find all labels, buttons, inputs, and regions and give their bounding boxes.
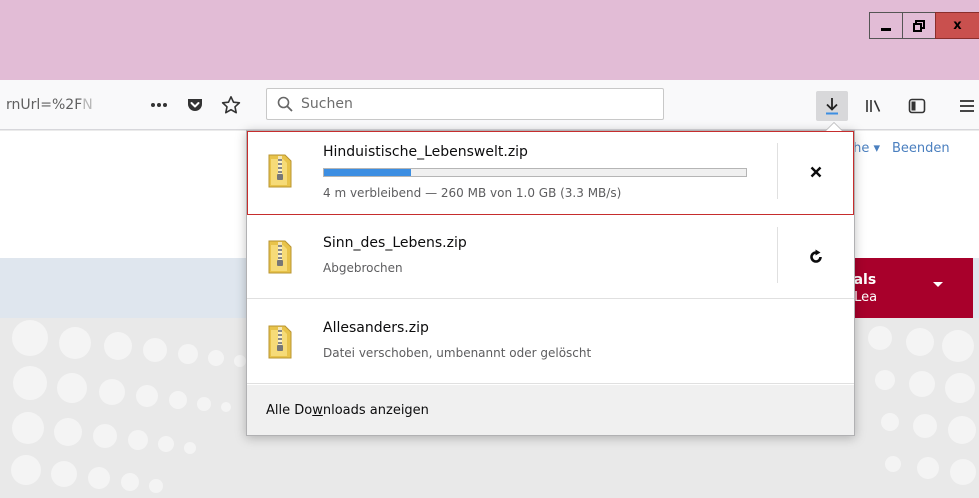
retry-download-button[interactable] — [803, 244, 829, 270]
ellipsis-icon — [151, 103, 167, 107]
pocket-icon — [188, 99, 202, 111]
restore-button[interactable] — [902, 12, 935, 39]
restore-icon — [913, 19, 925, 32]
search-input[interactable] — [301, 96, 641, 112]
sidebar-icon — [908, 98, 926, 114]
show-all-downloads-button[interactable]: Alle Do w nloads anzeigen — [247, 385, 854, 435]
bookmark-button[interactable] — [218, 92, 244, 118]
account-user: a Lea — [842, 290, 878, 305]
logout-link[interactable]: Beenden — [892, 141, 950, 156]
hamburger-icon — [960, 100, 974, 112]
download-progress-bar — [323, 168, 747, 177]
url-text: rnUrl=%2F — [6, 97, 83, 113]
account-label: t als — [842, 272, 877, 288]
download-item-1[interactable]: Hinduistische_Lebenswelt.zip 4 m verblei… — [247, 131, 854, 215]
close-window-button[interactable]: x — [935, 12, 979, 39]
minimize-icon — [881, 27, 891, 31]
star-icon — [221, 96, 241, 114]
download-arrow-icon — [826, 98, 838, 115]
page-actions-button[interactable] — [146, 92, 172, 118]
footer-label-pre: Alle Do — [266, 402, 313, 418]
downloads-panel: Hinduistische_Lebenswelt.zip 4 m verblei… — [246, 122, 855, 436]
url-text-fade: N — [82, 97, 93, 113]
library-button[interactable] — [858, 91, 888, 121]
search-box[interactable] — [266, 88, 664, 120]
close-icon: x — [953, 18, 962, 33]
retry-icon — [810, 249, 822, 263]
search-icon — [277, 96, 293, 112]
download-status: Datei verschoben, umbenannt oder gelösch… — [323, 346, 592, 360]
chevron-down-icon — [933, 282, 943, 287]
cancel-download-button[interactable] — [803, 159, 829, 185]
download-status: Abgebrochen — [323, 261, 403, 275]
footer-label-post: nloads anzeigen — [322, 402, 429, 418]
title-bar: x — [0, 0, 979, 80]
item-divider — [777, 227, 778, 283]
download-filename: Sinn_des_Lebens.zip — [323, 235, 467, 251]
downloads-button[interactable] — [816, 91, 848, 121]
cancel-icon — [810, 166, 822, 178]
item-divider — [777, 143, 778, 199]
sidebar-button[interactable] — [902, 91, 932, 121]
minimize-button[interactable] — [869, 12, 902, 39]
pocket-button[interactable] — [182, 92, 208, 118]
download-status: 4 m verbleibend — 260 MB von 1.0 GB (3.3… — [323, 186, 622, 200]
panel-arrow-inner — [826, 123, 842, 131]
footer-label-accesskey: w — [312, 402, 323, 418]
menu-button[interactable] — [952, 91, 979, 121]
window-controls: x — [869, 12, 979, 39]
zip-file-icon — [268, 240, 292, 274]
download-item-2[interactable]: Sinn_des_Lebens.zip Abgebrochen — [247, 215, 854, 299]
zip-file-icon — [268, 325, 292, 359]
download-filename: Allesanders.zip — [323, 320, 429, 336]
download-filename: Hinduistische_Lebenswelt.zip — [323, 144, 528, 160]
url-bar[interactable]: rnUrl=%2F N — [0, 90, 252, 120]
download-item-3[interactable]: Allesanders.zip Datei verschoben, umbena… — [247, 300, 854, 384]
zip-file-icon — [268, 154, 292, 188]
download-progress-fill — [324, 169, 411, 176]
library-icon — [866, 100, 881, 112]
